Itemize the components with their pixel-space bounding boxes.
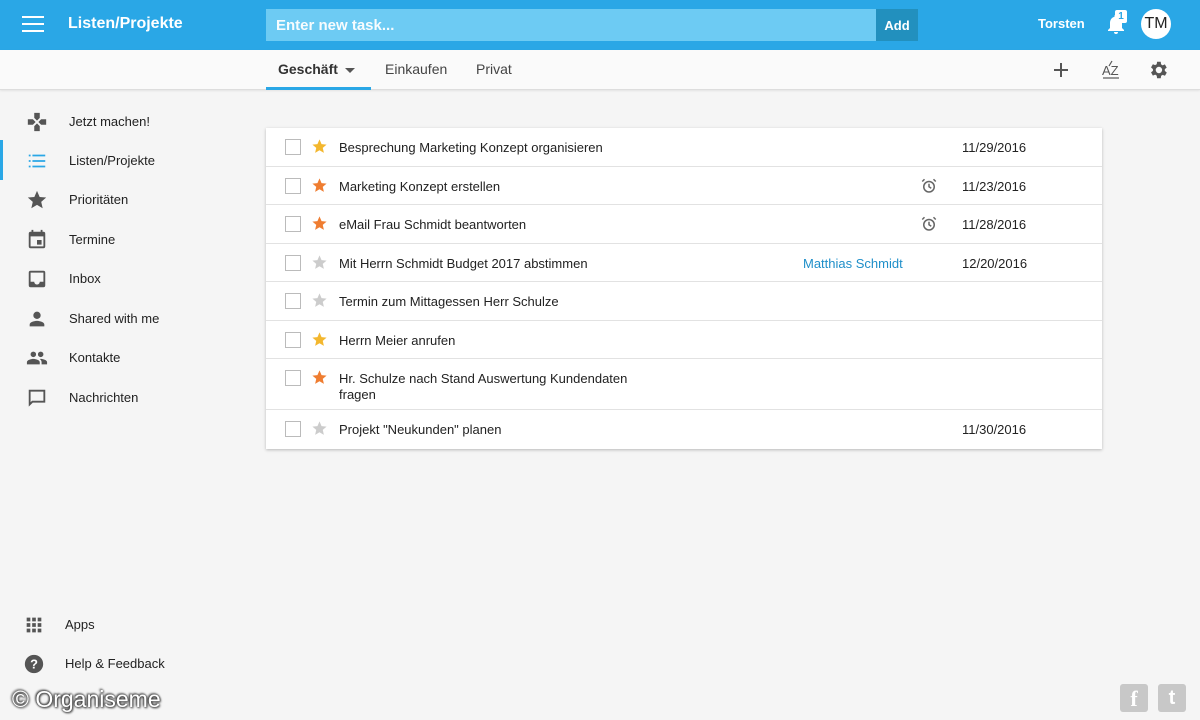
- sidebar-item-label: Nachrichten: [69, 390, 139, 405]
- sidebar-item-label: Shared with me: [69, 311, 160, 326]
- task-title: Termin zum Mittagessen Herr Schulze: [339, 294, 559, 309]
- calendar-icon: [28, 229, 46, 249]
- sidebar-item-label: Inbox: [69, 271, 101, 286]
- star-icon[interactable]: [311, 331, 328, 348]
- apps-grid-icon: [26, 617, 42, 633]
- task-row[interactable]: Projekt "Neukunden" planen 11/30/2016: [266, 410, 1102, 449]
- task-checkbox[interactable]: [285, 178, 301, 194]
- hamburger-menu-icon[interactable]: [22, 16, 44, 34]
- task-checkbox[interactable]: [285, 332, 301, 348]
- sidebar-item-apps[interactable]: Apps: [0, 604, 230, 644]
- app-title: Listen/Projekte: [68, 15, 183, 32]
- sidebar-item-label: Apps: [65, 617, 95, 632]
- person-icon: [29, 311, 45, 327]
- tab-privat[interactable]: Privat: [476, 50, 512, 90]
- task-checkbox[interactable]: [285, 216, 301, 232]
- star-icon[interactable]: [311, 420, 328, 437]
- tab-einkaufen[interactable]: Einkaufen: [385, 50, 447, 90]
- sidebar-item-label: Termine: [69, 232, 116, 247]
- task-row[interactable]: Termin zum Mittagessen Herr Schulze: [266, 282, 1102, 321]
- notification-count-badge: 1: [1115, 10, 1127, 23]
- sidebar-item-kontakte[interactable]: Kontakte: [0, 337, 230, 377]
- facebook-icon[interactable]: f: [1120, 684, 1148, 712]
- due-date: 11/30/2016: [962, 422, 1027, 437]
- task-list: Besprechung Marketing Konzept organisier…: [266, 128, 1102, 449]
- user-name[interactable]: Torsten: [1038, 16, 1085, 31]
- task-title: eMail Frau Schmidt beantworten: [339, 217, 527, 232]
- due-date: 12/20/2016: [962, 256, 1028, 271]
- sidebar-item-inbox[interactable]: Inbox: [0, 258, 230, 298]
- task-checkbox[interactable]: [285, 370, 301, 386]
- sidebar-item-shared-with-me[interactable]: Shared with me: [0, 298, 230, 338]
- sidebar-item-label: Help & Feedback: [65, 656, 165, 671]
- svg-text:?: ?: [30, 657, 38, 672]
- sidebar-item-label: Jetzt machen!: [69, 114, 150, 129]
- sidebar-item-jetzt-machen[interactable]: Jetzt machen!: [0, 101, 230, 141]
- task-checkbox[interactable]: [285, 139, 301, 155]
- app-root: Listen/Projekte Add Torsten 1 TM Geschäf…: [0, 0, 1200, 720]
- gamepad-icon: [27, 112, 47, 132]
- task-row[interactable]: Hr. Schulze nach Stand Auswertung Kunden…: [266, 359, 1102, 410]
- sidebar-item-listen-projekte[interactable]: Listen/Projekte: [0, 140, 230, 180]
- twitter-icon[interactable]: t: [1158, 684, 1186, 712]
- tab-label: Geschäft: [278, 61, 338, 77]
- tab-bar: Geschäft Einkaufen Privat: [0, 50, 1200, 90]
- star-icon[interactable]: [311, 292, 328, 309]
- star-icon[interactable]: [311, 254, 328, 271]
- task-title: Marketing Konzept erstellen: [339, 179, 501, 194]
- avatar[interactable]: TM: [1141, 9, 1171, 39]
- new-task-input[interactable]: [266, 9, 876, 41]
- sidebar-item-termine[interactable]: Termine: [0, 219, 230, 259]
- svg-text:AZ: AZ: [1102, 63, 1119, 78]
- task-title: Mit Herrn Schmidt Budget 2017 abstimmen: [339, 256, 588, 271]
- help-icon: ?: [24, 654, 44, 674]
- alarm-clock-icon: [921, 216, 937, 231]
- watermark: © Organiseme: [12, 686, 161, 712]
- star-icon[interactable]: [311, 138, 328, 155]
- sidebar-item-help-feedback[interactable]: ? Help & Feedback: [0, 643, 230, 683]
- task-title: Herrn Meier anrufen: [339, 333, 456, 348]
- gear-icon[interactable]: [1147, 59, 1169, 81]
- task-row[interactable]: Besprechung Marketing Konzept organisier…: [266, 128, 1102, 167]
- sort-az-icon[interactable]: AZ: [1100, 59, 1122, 81]
- chevron-down-icon: [344, 67, 355, 73]
- top-bar: Listen/Projekte Add Torsten 1 TM: [0, 0, 1200, 50]
- add-task-button[interactable]: Add: [876, 9, 918, 41]
- plus-icon[interactable]: [1050, 59, 1072, 81]
- task-checkbox[interactable]: [285, 293, 301, 309]
- due-date: 11/28/2016: [962, 217, 1027, 232]
- task-row[interactable]: Mit Herrn Schmidt Budget 2017 abstimmen …: [266, 244, 1102, 282]
- task-checkbox[interactable]: [285, 255, 301, 271]
- task-title: Projekt "Neukunden" planen: [339, 422, 502, 437]
- star-icon[interactable]: [311, 369, 328, 386]
- sidebar-item-nachrichten[interactable]: Nachrichten: [0, 377, 230, 417]
- task-title: Besprechung Marketing Konzept organisier…: [339, 140, 603, 155]
- inbox-icon: [28, 270, 46, 288]
- list-icon: [28, 154, 46, 168]
- task-checkbox[interactable]: [285, 421, 301, 437]
- task-row[interactable]: eMail Frau Schmidt beantworten 11/28/201…: [266, 205, 1102, 244]
- sidebar-item-label: Prioritäten: [69, 192, 129, 207]
- due-date: 11/23/2016: [962, 179, 1027, 194]
- task-row[interactable]: Herrn Meier anrufen: [266, 321, 1102, 359]
- chat-icon: [28, 389, 46, 407]
- due-date: 11/29/2016: [962, 140, 1027, 155]
- sidebar-item-prioritaeten[interactable]: Prioritäten: [0, 179, 230, 219]
- assignee-link[interactable]: Matthias Schmidt: [803, 256, 903, 271]
- sidebar-item-label: Kontakte: [69, 350, 121, 365]
- task-title: Hr. Schulze nach Stand Auswertung Kunden…: [339, 371, 628, 402]
- star-icon[interactable]: [311, 215, 328, 232]
- sidebar-item-label: Listen/Projekte: [69, 153, 155, 168]
- tab-geschaeft[interactable]: Geschäft: [266, 50, 371, 90]
- alarm-clock-icon: [921, 178, 937, 193]
- star-icon: [27, 190, 47, 209]
- task-row[interactable]: Marketing Konzept erstellen 11/23/2016: [266, 167, 1102, 205]
- star-icon[interactable]: [311, 177, 328, 194]
- people-icon: [26, 351, 48, 365]
